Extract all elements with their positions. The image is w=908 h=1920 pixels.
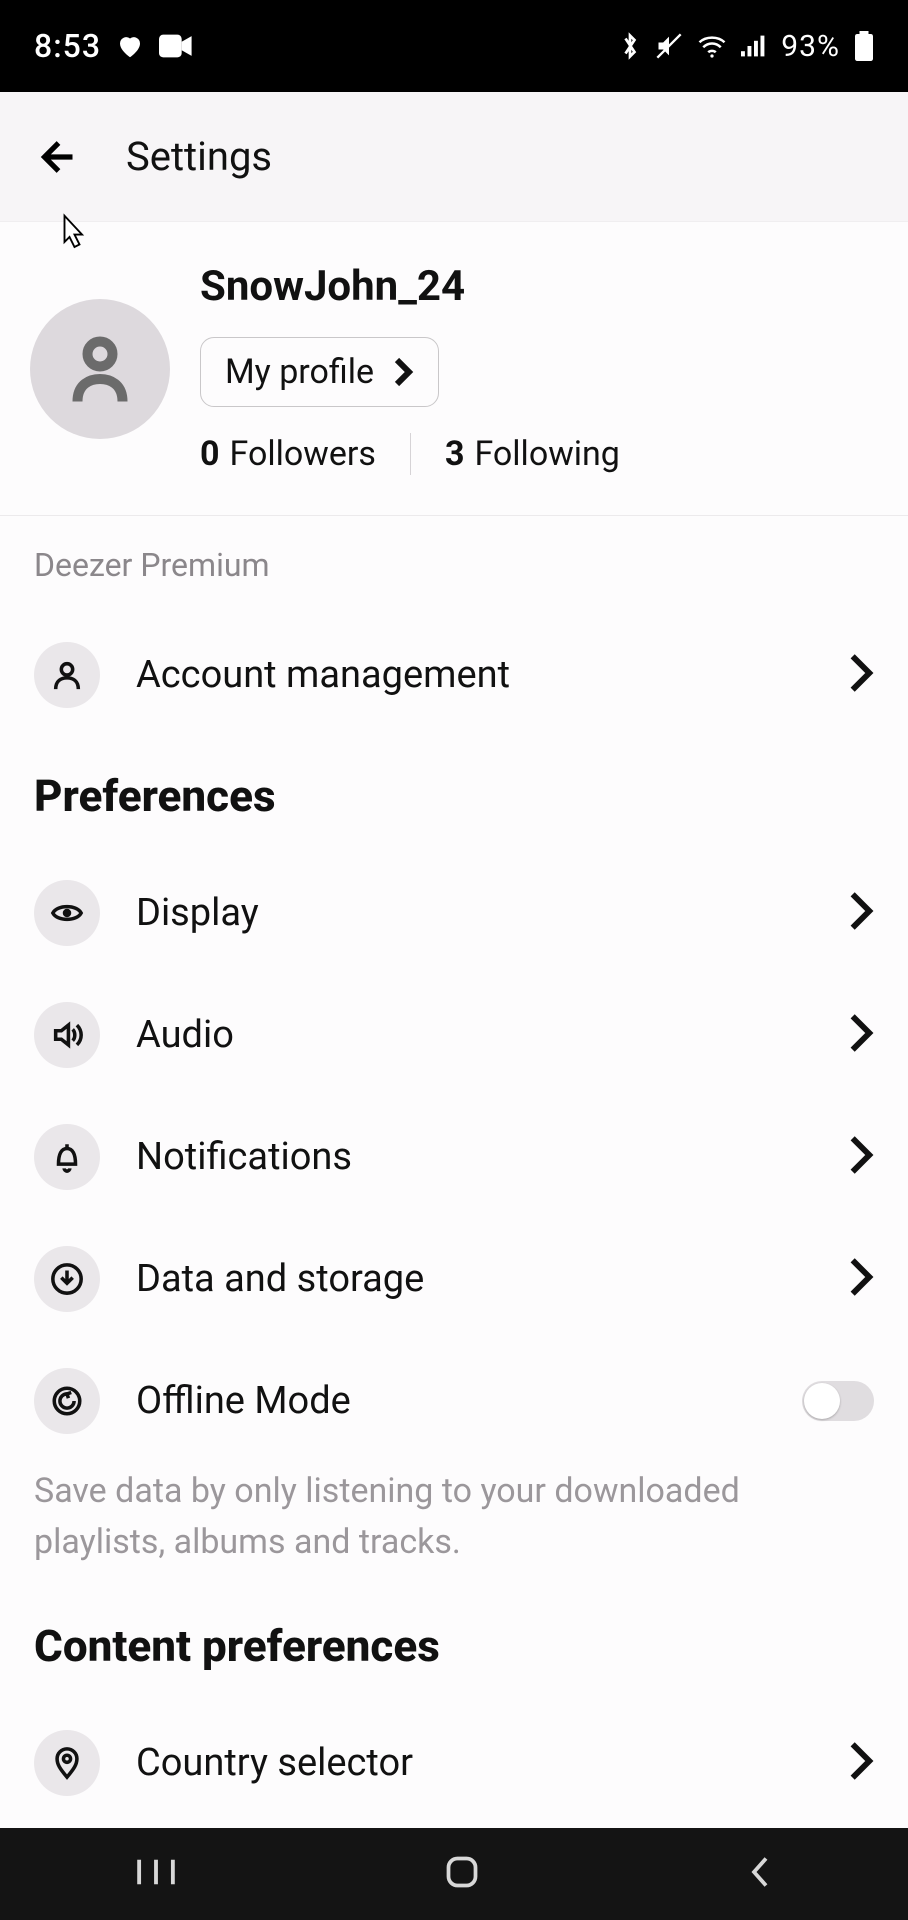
system-back-button[interactable] — [745, 1854, 775, 1894]
display-label: Display — [136, 891, 848, 935]
username: SnowJohn_24 — [200, 262, 620, 311]
offline-mode-label: Offline Mode — [136, 1379, 802, 1423]
chevron-right-icon — [848, 1257, 874, 1301]
my-profile-button[interactable]: My profile — [200, 337, 439, 407]
followers-link[interactable]: 0Followers — [200, 434, 376, 474]
plan-label: Deezer Premium — [30, 516, 878, 614]
app-header: Settings — [0, 92, 908, 222]
followers-label: Followers — [230, 434, 376, 474]
preferences-heading: Preferences — [30, 736, 878, 852]
notifications-row[interactable]: Notifications — [30, 1096, 878, 1218]
following-count: 3 — [445, 434, 465, 474]
audio-label: Audio — [136, 1013, 848, 1057]
recents-button[interactable] — [133, 1856, 179, 1892]
audio-row[interactable]: Audio — [30, 974, 878, 1096]
avatar[interactable] — [30, 299, 170, 439]
video-camera-icon — [159, 32, 193, 60]
system-nav-bar — [0, 1828, 908, 1920]
divider — [410, 433, 411, 475]
offline-mode-toggle[interactable] — [802, 1381, 874, 1421]
page-title: Settings — [126, 133, 272, 180]
speaker-icon — [34, 1002, 100, 1068]
person-icon — [34, 642, 100, 708]
chevron-right-icon — [848, 1135, 874, 1179]
following-label: Following — [474, 434, 619, 474]
status-bar: 8:53 93% — [0, 0, 908, 92]
chevron-right-icon — [392, 357, 414, 387]
data-storage-label: Data and storage — [136, 1257, 848, 1301]
signal-icon — [741, 34, 767, 58]
account-management-row[interactable]: Account management — [30, 614, 878, 736]
chevron-right-icon — [848, 1013, 874, 1057]
download-icon — [34, 1246, 100, 1312]
content-preferences-heading: Content preferences — [30, 1586, 878, 1702]
offline-mode-description: Save data by only listening to your down… — [30, 1462, 878, 1586]
following-link[interactable]: 3Following — [445, 434, 620, 474]
country-selector-row[interactable]: Country selector — [30, 1702, 878, 1824]
offline-icon — [34, 1368, 100, 1434]
followers-count: 0 — [200, 434, 220, 474]
display-row[interactable]: Display — [30, 852, 878, 974]
back-button[interactable] — [20, 122, 90, 192]
offline-mode-row: Offline Mode — [30, 1340, 878, 1462]
wifi-icon — [697, 34, 727, 58]
data-storage-row[interactable]: Data and storage — [30, 1218, 878, 1340]
bluetooth-icon — [619, 31, 641, 61]
bell-icon — [34, 1124, 100, 1190]
chevron-right-icon — [848, 1741, 874, 1785]
notifications-label: Notifications — [136, 1135, 848, 1179]
country-selector-label: Country selector — [136, 1741, 848, 1785]
heart-icon — [115, 31, 145, 61]
chevron-right-icon — [848, 891, 874, 935]
my-profile-label: My profile — [225, 352, 374, 392]
eye-icon — [34, 880, 100, 946]
battery-icon — [854, 31, 874, 61]
mute-icon — [655, 32, 683, 60]
location-pin-icon — [34, 1730, 100, 1796]
account-management-label: Account management — [136, 653, 848, 697]
profile-block: SnowJohn_24 My profile 0Followers 3Follo… — [0, 222, 908, 516]
chevron-right-icon — [848, 653, 874, 697]
home-button[interactable] — [444, 1854, 480, 1894]
battery-percent: 93% — [781, 29, 840, 64]
status-time: 8:53 — [34, 27, 101, 65]
